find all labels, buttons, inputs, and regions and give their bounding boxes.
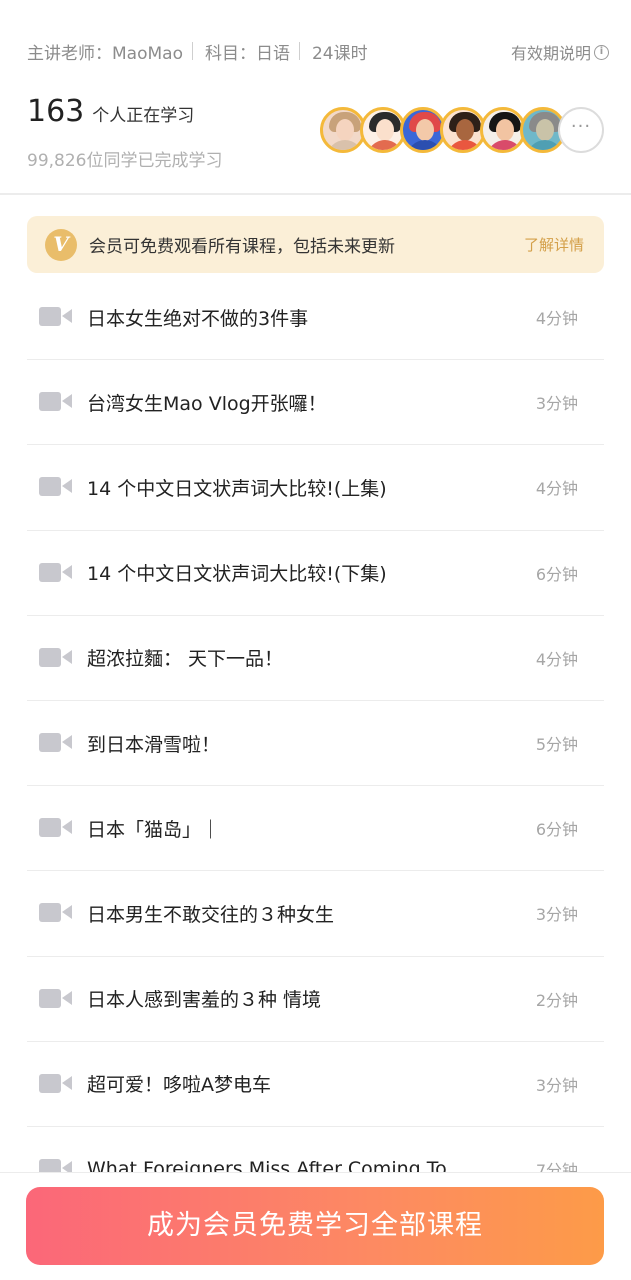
lesson-duration: 2分钟 [535, 990, 578, 1010]
video-icon [39, 562, 73, 584]
lesson-title: 台湾女生Mao Vlog开张囉！ [87, 392, 327, 415]
lesson-title: 日本男生不敢交往的３种女生 [87, 903, 335, 926]
lesson-duration: 4分钟 [535, 479, 578, 499]
lesson-list: 日本女生绝对不做的3件事 4分钟 台湾女生Mao Vlog开张囉！ 3分钟 14… [27, 275, 604, 1213]
course-page: 主讲老师：MaoMao 科目：日语 24课时 有效期说明 i 163 个人正在学… [0, 0, 631, 1280]
validity-label: 有效期说明 [510, 44, 591, 63]
lesson-duration: 3分钟 [535, 1075, 578, 1095]
lesson-row[interactable]: 日本人感到害羞的３种 情境 2分钟 [27, 957, 604, 1042]
video-icon [39, 732, 73, 754]
info-icon[interactable]: i [594, 44, 609, 60]
lesson-duration: 4分钟 [535, 309, 578, 329]
bottom-bar: 成为会员免费学习全部课程 [0, 1172, 631, 1280]
lesson-title: 超浓拉麵： 天下一品！ [87, 648, 284, 671]
learning-count-label: 个人正在学习 [92, 106, 195, 126]
subject-label: 科目：日语 [204, 43, 290, 64]
video-icon [39, 817, 73, 839]
lesson-row[interactable]: 14 个中文日文状声词大比较!(下集) 6分钟 [27, 531, 604, 616]
learn-more-link[interactable]: 了解详情 [524, 234, 584, 255]
video-icon [39, 988, 73, 1010]
more-avatars-icon[interactable]: ··· [558, 107, 604, 153]
validity-link[interactable]: 有效期说明 i [511, 40, 609, 64]
lesson-row[interactable]: 超可爱！哆啦A梦电车 3分钟 [27, 1042, 604, 1127]
member-banner-text: 会员可免费观看所有课程，包括未来更新 [89, 237, 395, 257]
lesson-title: 日本「猫岛」｜ [87, 818, 221, 841]
lesson-row[interactable]: 日本「猫岛」｜ 6分钟 [27, 786, 604, 872]
lesson-title: 到日本滑雪啦！ [87, 733, 221, 756]
lesson-title: 超可爱！哆啦A梦电车 [87, 1074, 271, 1097]
lesson-row[interactable]: 台湾女生Mao Vlog开张囉！ 3分钟 [27, 360, 604, 446]
lesson-title: 日本人感到害羞的３种 情境 [87, 989, 322, 1012]
learning-count: 163 个人正在学习 [27, 94, 194, 129]
lesson-duration: 3分钟 [535, 905, 578, 925]
hours-label: 24课时 [311, 43, 368, 64]
lesson-duration: 3分钟 [535, 394, 578, 414]
lesson-title: 14 个中文日文状声词大比较!(上集) [87, 477, 387, 500]
lesson-row[interactable]: 14 个中文日文状声词大比较!(上集) 4分钟 [27, 445, 604, 531]
video-icon [39, 1073, 73, 1095]
learning-count-number: 163 [27, 94, 85, 129]
lesson-row[interactable]: 日本男生不敢交往的３种女生 3分钟 [27, 871, 604, 957]
meta-divider [191, 42, 193, 60]
vip-icon: V [45, 228, 77, 261]
meta-divider [298, 42, 300, 60]
become-member-button[interactable]: 成为会员免费学习全部课程 [26, 1187, 604, 1265]
video-icon [39, 306, 73, 328]
video-icon [39, 647, 73, 669]
video-icon [39, 476, 73, 498]
video-icon [39, 902, 73, 924]
lesson-duration: 4分钟 [535, 649, 578, 669]
lesson-duration: 6分钟 [535, 564, 578, 584]
lesson-row[interactable]: 到日本滑雪啦！ 5分钟 [27, 701, 604, 787]
video-icon [39, 391, 73, 413]
lesson-title: 14 个中文日文状声词大比较!(下集) [87, 563, 387, 586]
teacher-label: 主讲老师：MaoMao [27, 43, 183, 64]
completed-count: 99,826位同学已完成学习 [27, 151, 223, 171]
learner-avatars[interactable]: ··· [320, 107, 604, 153]
lesson-title: 日本女生绝对不做的3件事 [87, 307, 309, 330]
lesson-duration: 5分钟 [535, 735, 578, 755]
member-banner[interactable]: V 会员可免费观看所有课程，包括未来更新 了解详情 [27, 216, 604, 273]
lesson-row[interactable]: 超浓拉麵： 天下一品！ 4分钟 [27, 616, 604, 701]
lesson-row[interactable]: 日本女生绝对不做的3件事 4分钟 [27, 275, 604, 361]
section-divider [0, 193, 631, 195]
lesson-duration: 6分钟 [535, 820, 578, 840]
